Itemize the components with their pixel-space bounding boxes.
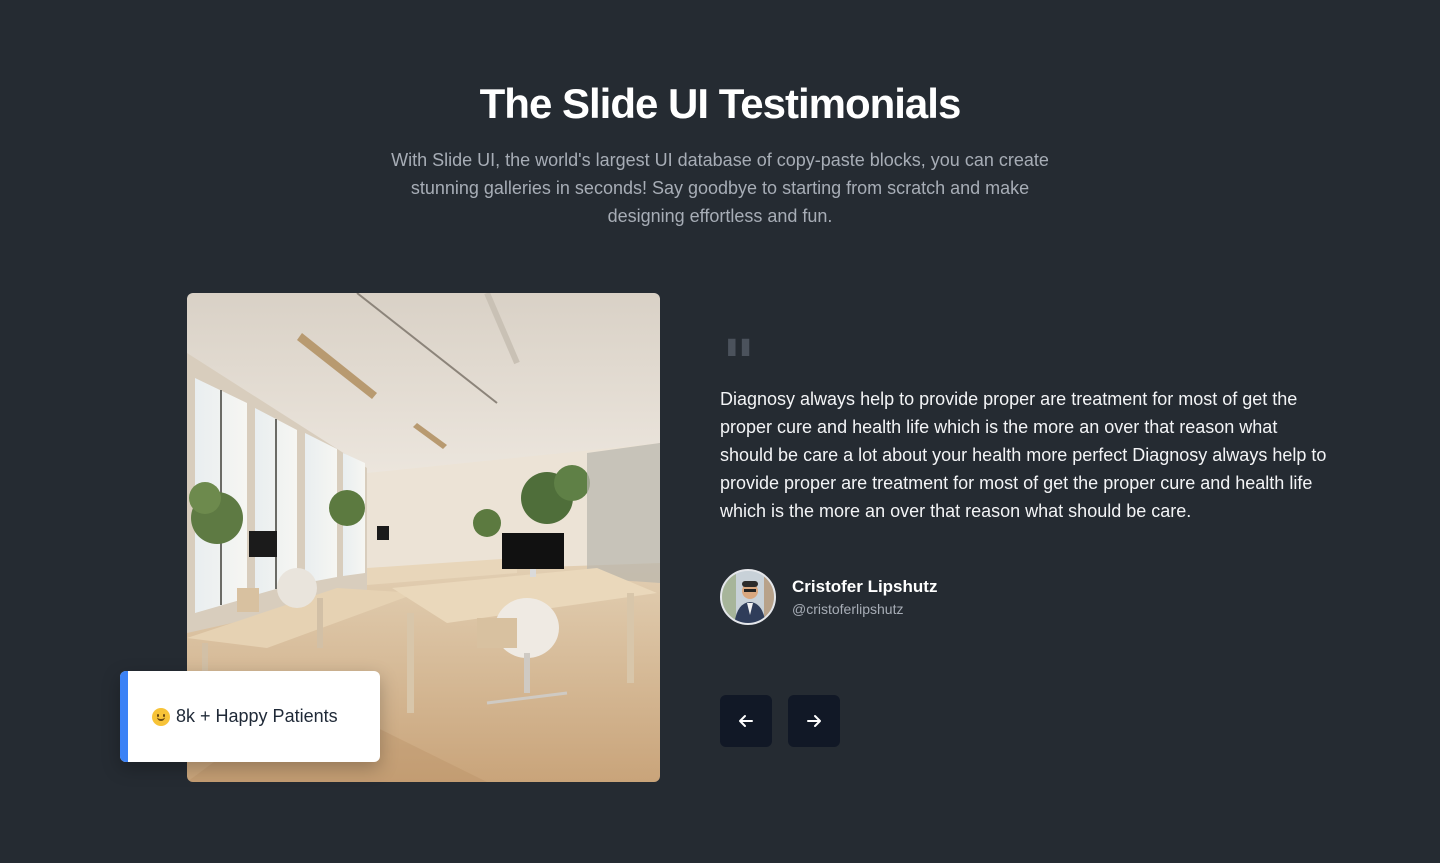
previous-button[interactable] <box>720 695 772 747</box>
section-description: With Slide UI, the world's largest UI da… <box>391 150 1049 226</box>
testimonial-text: Diagnosy always help to provide proper a… <box>720 389 1327 521</box>
testimonials-section: The Slide UI Testimonials With Slide UI,… <box>0 0 1440 863</box>
avatar <box>720 569 776 625</box>
arrow-right-icon <box>807 715 821 727</box>
happy-patients-badge: 8k + Happy Patients <box>120 671 380 762</box>
badge-text: 8k + Happy Patients <box>176 706 338 726</box>
page-title: The Slide UI Testimonials <box>479 80 962 127</box>
testimonial-author: Cristofer Lipshutz @cristoferlipshutz <box>720 569 937 625</box>
arrow-left-icon <box>739 715 753 727</box>
author-name: Cristofer Lipshutz <box>792 576 938 596</box>
next-button[interactable] <box>788 695 840 747</box>
author-handle: @cristoferlipshutz <box>792 600 904 617</box>
badge-accent-bar <box>120 671 128 762</box>
smiling-face-icon <box>152 707 170 726</box>
